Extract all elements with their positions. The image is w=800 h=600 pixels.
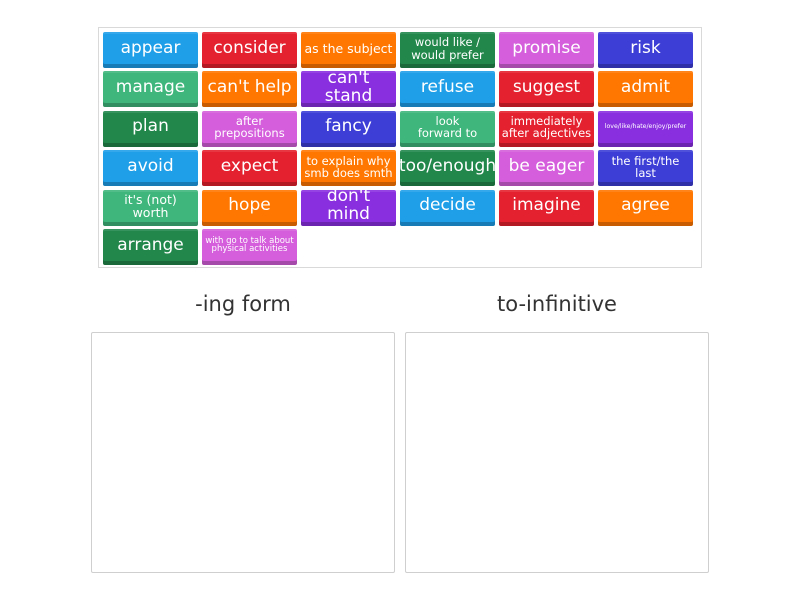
word-tile-label: too/enough <box>400 155 495 176</box>
word-tile[interactable]: consider <box>202 32 297 68</box>
word-tile[interactable]: with go to talk about physical activitie… <box>202 228 297 265</box>
word-tile[interactable]: immediately after adjectives <box>499 110 594 147</box>
word-tile[interactable]: don't mind <box>301 189 396 226</box>
word-tile-label: it's (not) worth <box>124 191 177 221</box>
word-tile-label: decide <box>419 195 476 216</box>
word-tile[interactable]: be eager <box>499 150 594 187</box>
word-tile-label: look forward to <box>417 114 478 141</box>
word-tile[interactable]: suggest <box>499 71 594 108</box>
word-tile-label: consider <box>213 37 286 58</box>
word-tile[interactable]: can't stand <box>301 71 396 108</box>
word-tile-label: hope <box>228 195 271 216</box>
tile-tray: appear consider as the subject would like /… <box>98 27 702 268</box>
word-tile-label: can't stand <box>324 71 373 106</box>
word-tile[interactable]: arrange <box>103 228 198 265</box>
word-tile-label: promise <box>512 37 581 58</box>
word-tile[interactable]: it's (not) worth <box>103 189 198 226</box>
word-tile[interactable]: to explain why smb does smth <box>301 150 396 187</box>
word-tile[interactable]: manage <box>103 71 198 108</box>
word-tile-label: avoid <box>127 155 174 176</box>
group-heading-to-infinitive: to-infinitive <box>497 292 617 316</box>
word-tile[interactable]: decide <box>400 189 495 226</box>
word-tile-label: agree <box>621 195 670 216</box>
word-tile-label: be eager <box>508 155 585 176</box>
word-tile-label: risk <box>630 37 661 58</box>
word-tile[interactable]: love/like/hate/enjoy/prefer <box>598 110 693 147</box>
word-tile[interactable]: appear <box>103 32 198 68</box>
word-tile-label: the first/the last <box>611 153 680 180</box>
word-tile[interactable]: as the subject <box>301 32 396 68</box>
word-tile-label: fancy <box>325 116 372 137</box>
word-tile[interactable]: after prepositions <box>202 110 297 147</box>
word-tile[interactable]: hope <box>202 189 297 226</box>
word-tile-label: don't mind <box>326 189 371 225</box>
word-tile-label: admit <box>620 76 671 97</box>
word-tile[interactable]: plan <box>103 110 198 147</box>
word-tile-label: as the subject <box>304 40 393 56</box>
word-tile[interactable]: risk <box>598 32 693 68</box>
word-tile[interactable]: would like / would prefer <box>400 32 495 68</box>
word-tile[interactable]: can't help <box>202 71 297 108</box>
word-tile[interactable]: admit <box>598 71 693 108</box>
word-tile-label: imagine <box>512 195 581 216</box>
word-tile-label: can't help <box>207 76 292 97</box>
word-tile-label: arrange <box>117 234 184 255</box>
word-tile[interactable]: fancy <box>301 110 396 147</box>
drop-zone-ing-form[interactable] <box>91 332 395 573</box>
word-tile-label: immediately after adjectives <box>501 114 592 141</box>
word-tile[interactable]: avoid <box>103 150 198 187</box>
group-heading-ing-form: -ing form <box>195 292 291 316</box>
word-tile-label: refuse <box>420 76 475 97</box>
word-tile-label: manage <box>115 76 186 97</box>
word-tile[interactable]: promise <box>499 32 594 68</box>
tile-grid: appear consider as the subject would like /… <box>103 32 699 265</box>
word-tile-label: appear <box>120 37 181 58</box>
word-tile[interactable]: agree <box>598 189 693 226</box>
word-tile-label: after prepositions <box>214 114 285 141</box>
word-tile[interactable]: expect <box>202 150 297 187</box>
word-tile[interactable]: imagine <box>499 189 594 226</box>
word-tile-label: suggest <box>512 76 581 97</box>
word-tile[interactable]: too/enough <box>400 150 495 187</box>
word-tile-label: expect <box>220 155 279 176</box>
word-tile-label: plan <box>132 116 169 137</box>
word-tile-label: with go to talk about physical activitie… <box>205 235 294 255</box>
word-tile[interactable]: the first/the last <box>598 150 693 187</box>
word-tile[interactable]: refuse <box>400 71 495 108</box>
word-tile-label: love/like/hate/enjoy/prefer <box>604 123 687 131</box>
word-tile[interactable]: look forward to <box>400 110 495 147</box>
word-tile-label: to explain why smb does smth <box>304 153 393 180</box>
drop-zone-to-infinitive[interactable] <box>405 332 709 573</box>
word-tile-label: would like / would prefer <box>411 35 484 62</box>
